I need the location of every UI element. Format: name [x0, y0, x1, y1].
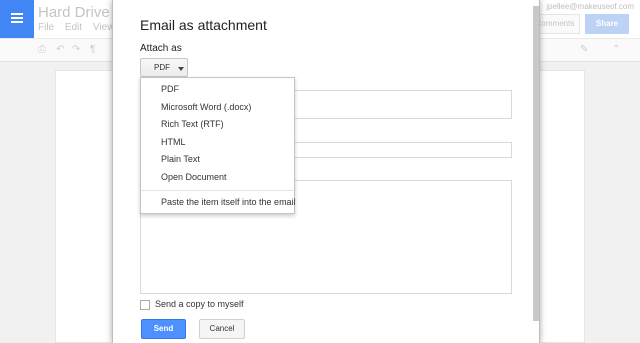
send-copy-checkbox[interactable] — [140, 300, 150, 310]
format-option-paste-inline[interactable]: Paste the item itself into the email — [161, 197, 296, 207]
collapse-icon[interactable]: ⌃ — [612, 44, 620, 55]
dialog-title: Email as attachment — [140, 17, 267, 33]
docs-logo[interactable] — [0, 0, 34, 38]
cancel-button[interactable]: Cancel — [199, 319, 245, 339]
paint-format-icon[interactable]: ¶ — [90, 44, 95, 55]
menu-edit[interactable]: Edit — [65, 22, 82, 33]
docs-logo-bar — [11, 13, 23, 15]
share-button-label: Share — [595, 19, 619, 28]
print-icon[interactable]: ⎙ — [38, 44, 46, 55]
format-option-pdf[interactable]: PDF — [161, 84, 179, 94]
docs-logo-bar — [11, 17, 23, 19]
send-button[interactable]: Send — [141, 319, 186, 339]
send-copy-label[interactable]: Send a copy to myself — [155, 299, 244, 309]
scrollbar-thumb[interactable] — [533, 6, 539, 321]
dropdown-separator — [141, 190, 294, 191]
chevron-down-icon — [178, 67, 184, 71]
menu-bar: File Edit View — [38, 22, 122, 33]
share-button[interactable]: Share — [585, 14, 629, 34]
format-option-html[interactable]: HTML — [161, 137, 186, 147]
format-option-plain-text[interactable]: Plain Text — [161, 154, 200, 164]
docs-logo-bar — [11, 21, 23, 23]
format-option-rtf[interactable]: Rich Text (RTF) — [161, 119, 224, 129]
menu-file[interactable]: File — [38, 22, 54, 33]
format-dropdown-menu: PDF Microsoft Word (.docx) Rich Text (RT… — [140, 77, 296, 214]
format-option-open-document[interactable]: Open Document — [161, 172, 227, 182]
format-select[interactable]: PDF — [140, 58, 188, 77]
redo-icon[interactable]: ↷ — [72, 44, 80, 55]
undo-icon[interactable]: ↶ — [56, 44, 64, 55]
user-email[interactable]: jpellee@makeuseof.com — [546, 2, 634, 11]
pencil-icon[interactable]: ✎ — [580, 44, 588, 55]
format-select-value: PDF — [154, 63, 170, 72]
attach-as-label: Attach as — [140, 43, 182, 54]
format-option-docx[interactable]: Microsoft Word (.docx) — [161, 102, 251, 112]
